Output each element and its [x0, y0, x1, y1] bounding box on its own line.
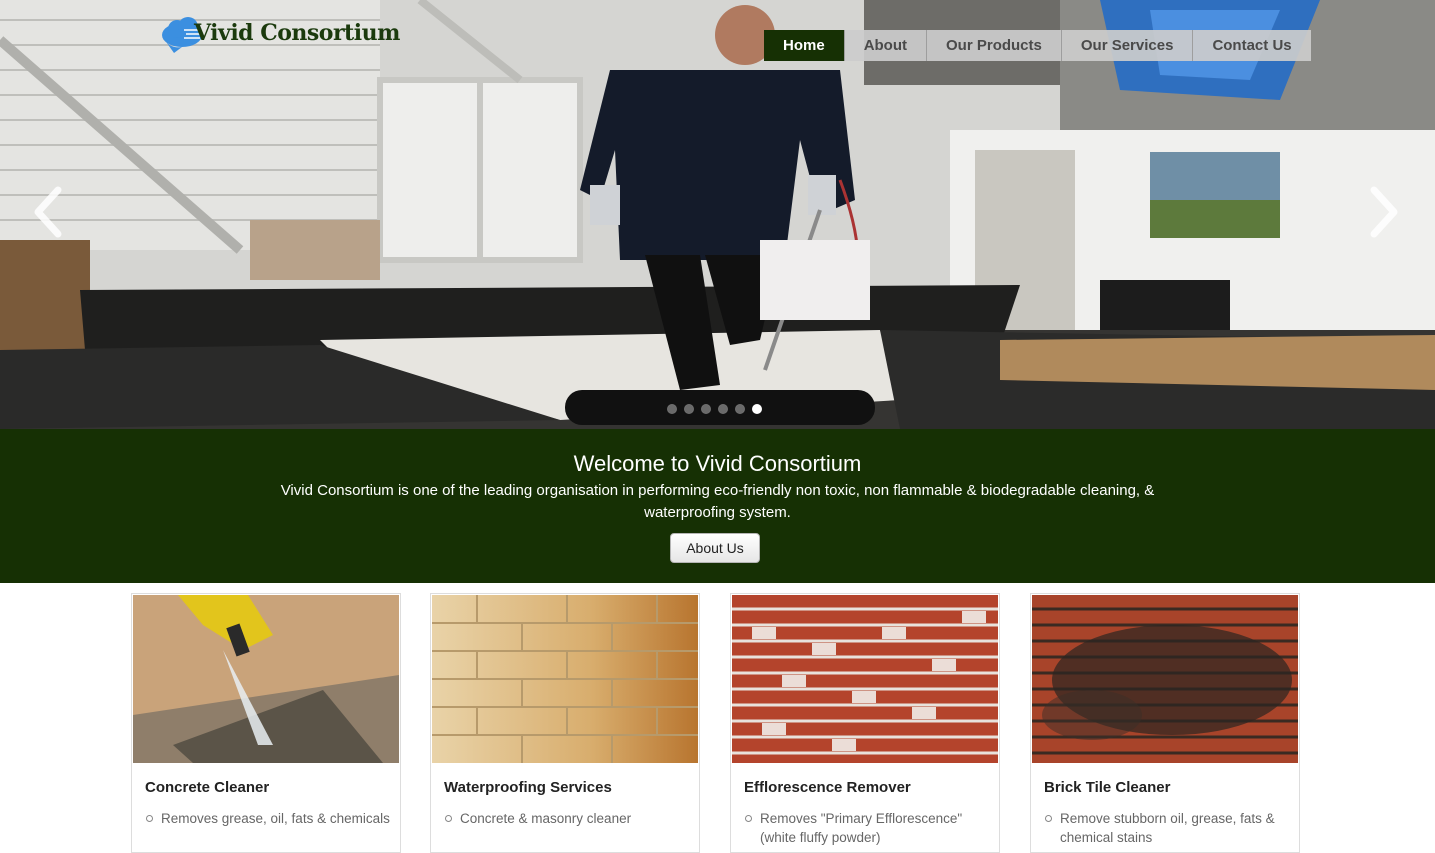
card-feature-list: Remove stubborn oil, grease, fats & chem… — [1044, 809, 1289, 847]
slider-dot[interactable] — [667, 404, 677, 414]
concrete-cleaner-image[interactable] — [133, 595, 399, 763]
card-feature-list: Concrete & masonry cleaner — [444, 809, 689, 828]
card-feature-list: Removes grease, oil, fats & chemicals — [145, 809, 390, 828]
slider-dot[interactable] — [735, 404, 745, 414]
slider-pagination — [667, 404, 762, 414]
hero-slider: Vivid Consortium Home About Our Products… — [0, 0, 1435, 429]
slider-next-button[interactable] — [1364, 184, 1404, 240]
nav-our-products[interactable]: Our Products — [926, 30, 1061, 61]
welcome-section: Welcome to Vivid Consortium Vivid Consor… — [0, 429, 1435, 583]
brand-logo[interactable]: Vivid Consortium — [160, 12, 400, 54]
list-item: Removes grease, oil, fats & chemicals — [145, 809, 390, 828]
main-nav: Home About Our Products Our Services Con… — [764, 30, 1311, 61]
slider-dot[interactable] — [684, 404, 694, 414]
welcome-text: Vivid Consortium is one of the leading o… — [280, 482, 1155, 521]
waterproofing-image[interactable] — [432, 595, 698, 763]
slider-dot[interactable] — [718, 404, 728, 414]
hero-image — [0, 0, 1435, 429]
about-us-button[interactable]: About Us — [670, 533, 760, 563]
nav-our-services[interactable]: Our Services — [1060, 30, 1193, 61]
brand-name: Vivid Consortium — [194, 20, 400, 46]
card-title[interactable]: Brick Tile Cleaner — [1044, 779, 1170, 796]
welcome-title: Welcome to Vivid Consortium — [573, 451, 862, 476]
slider-dot[interactable] — [701, 404, 711, 414]
card-title[interactable]: Efflorescence Remover — [744, 779, 911, 796]
efflorescence-remover-image[interactable] — [732, 595, 998, 763]
list-item: Remove stubborn oil, grease, fats & chem… — [1044, 809, 1289, 847]
nav-home[interactable]: Home — [764, 30, 844, 61]
nav-about[interactable]: About — [843, 30, 927, 61]
chevron-right-icon — [1370, 186, 1398, 238]
card-feature-list: Removes "Primary Efflorescence" (white f… — [744, 809, 989, 847]
slider-dot-active[interactable] — [752, 404, 762, 414]
chevron-left-icon — [34, 186, 62, 238]
list-item: Removes "Primary Efflorescence" (white f… — [744, 809, 989, 847]
service-card-brick-tile-cleaner: Brick Tile Cleaner Remove stubborn oil, … — [1030, 593, 1300, 853]
brick-tile-cleaner-image[interactable] — [1032, 595, 1298, 763]
service-card-waterproofing: Waterproofing Services Concrete & masonr… — [430, 593, 700, 853]
card-title[interactable]: Concrete Cleaner — [145, 779, 269, 796]
service-card-concrete-cleaner: Concrete Cleaner Removes grease, oil, fa… — [131, 593, 401, 853]
slider-prev-button[interactable] — [28, 184, 68, 240]
service-card-efflorescence-remover: Efflorescence Remover Removes "Primary E… — [730, 593, 1000, 853]
nav-contact-us[interactable]: Contact Us — [1192, 30, 1311, 61]
list-item: Concrete & masonry cleaner — [444, 809, 689, 828]
card-title[interactable]: Waterproofing Services — [444, 779, 612, 796]
